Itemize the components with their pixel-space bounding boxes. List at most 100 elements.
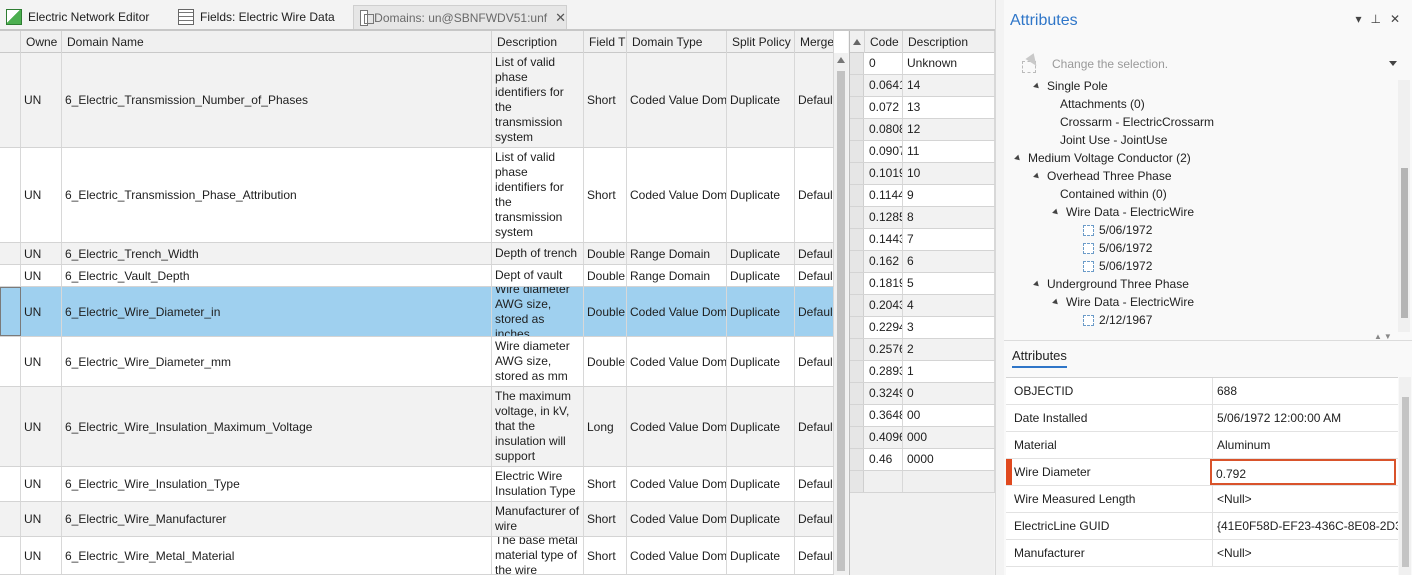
- tree-node[interactable]: Medium Voltage Conductor (2): [1014, 149, 1191, 167]
- cell-code[interactable]: 0.2576: [865, 339, 903, 360]
- cell-code-description[interactable]: 1: [903, 361, 995, 382]
- cell-field-type[interactable]: Short: [584, 502, 627, 536]
- tree-node[interactable]: 2/12/1967: [1083, 311, 1152, 328]
- table-row[interactable]: UN 6_Electric_Wire_Diameter_in Wire diamet…: [0, 287, 834, 337]
- cell-owner[interactable]: UN: [21, 387, 62, 466]
- table-row[interactable]: UN 6_Electric_Wire_Insulation_Type Electri…: [0, 467, 834, 502]
- cell-code[interactable]: 0: [865, 53, 903, 74]
- pane-options-icon[interactable]: ▾: [1355, 12, 1361, 26]
- tree-node[interactable]: Underground Three Phase: [1033, 275, 1189, 293]
- column-header-field-type[interactable]: Field T: [584, 31, 627, 53]
- column-header-domain-name[interactable]: Domain Name: [62, 31, 492, 53]
- tree-node[interactable]: Contained within (0): [1060, 185, 1167, 203]
- cell-split-policy[interactable]: Duplicate: [727, 502, 795, 536]
- row-selector[interactable]: [0, 337, 21, 386]
- row-selector[interactable]: [0, 243, 21, 264]
- row-selector[interactable]: [850, 207, 864, 228]
- cell-code[interactable]: 0.1443: [865, 229, 903, 250]
- expand-triangle-icon[interactable]: [1052, 298, 1060, 306]
- expand-triangle-icon[interactable]: [1052, 208, 1060, 216]
- cell-owner[interactable]: UN: [21, 537, 62, 574]
- cell-split-policy[interactable]: Duplicate: [727, 387, 795, 466]
- expand-triangle-icon[interactable]: [1033, 82, 1041, 90]
- cell-code-description[interactable]: 10: [903, 163, 995, 184]
- cell-owner[interactable]: UN: [21, 243, 62, 264]
- attribute-row[interactable]: OBJECTID 688: [1006, 378, 1398, 405]
- cell-code-description[interactable]: 13: [903, 97, 995, 118]
- tree-node[interactable]: Attachments (0): [1060, 95, 1145, 113]
- list-item[interactable]: 0.162 6: [850, 251, 995, 273]
- row-selector[interactable]: [850, 163, 864, 184]
- attribute-row[interactable]: ElectricLine GUID {41E0F58D-EF23-436C-8E0…: [1006, 513, 1398, 540]
- tree-scrollbar[interactable]: [1398, 80, 1410, 332]
- cell-domain-name[interactable]: 6_Electric_Wire_Insulation_Maximum_Volta…: [62, 387, 492, 466]
- row-selector[interactable]: [850, 427, 864, 448]
- cell-domain-type[interactable]: Coded Value Dom: [627, 537, 727, 574]
- row-selector[interactable]: [850, 229, 864, 250]
- cell-code-description[interactable]: 000: [903, 427, 995, 448]
- attribute-value[interactable]: <Null>: [1212, 540, 1398, 566]
- attribute-row[interactable]: Date Installed 5/06/1972 12:00:00 AM: [1006, 405, 1398, 432]
- row-selector[interactable]: [850, 383, 864, 404]
- list-item[interactable]: 0.4096 000: [850, 427, 995, 449]
- column-header-split-policy[interactable]: Split Policy: [727, 31, 795, 53]
- cell-field-type[interactable]: Double: [584, 265, 627, 286]
- cell-code-description[interactable]: 0000: [903, 449, 995, 470]
- cell-field-type[interactable]: Double: [584, 243, 627, 264]
- cell-domain-name[interactable]: 6_Electric_Wire_Insulation_Type: [62, 467, 492, 501]
- cell-domain-name[interactable]: 6_Electric_Wire_Manufacturer: [62, 502, 492, 536]
- tree-node[interactable]: Crossarm - ElectricCrossarm: [1060, 113, 1214, 131]
- cell-split-policy[interactable]: Duplicate: [727, 537, 795, 574]
- cell-code-description[interactable]: 00: [903, 405, 995, 426]
- change-selection-dropdown[interactable]: Change the selection.: [1018, 52, 1410, 76]
- cell-split-policy[interactable]: Duplicate: [727, 337, 795, 386]
- cell-merge-policy[interactable]: Default: [795, 467, 834, 501]
- row-selector[interactable]: [0, 53, 21, 147]
- cell-code[interactable]: 0.0641: [865, 75, 903, 96]
- cell-merge-policy[interactable]: Default: [795, 53, 834, 147]
- cell-domain-name[interactable]: 6_Electric_Vault_Depth: [62, 265, 492, 286]
- cell-code-description[interactable]: 4: [903, 295, 995, 316]
- attribute-value[interactable]: 5/06/1972 12:00:00 AM: [1212, 405, 1398, 431]
- row-selector[interactable]: [850, 317, 864, 338]
- attribute-row[interactable]: Manufacturer <Null>: [1006, 540, 1398, 567]
- cell-owner[interactable]: UN: [21, 265, 62, 286]
- row-selector[interactable]: [0, 148, 21, 242]
- cell-field-type[interactable]: Short: [584, 148, 627, 242]
- cell-code[interactable]: 0.1285: [865, 207, 903, 228]
- tab-fields-electric-wire-data[interactable]: Fields: Electric Wire Data: [172, 5, 335, 29]
- cell-domain-name[interactable]: 6_Electric_Transmission_Number_of_Phases: [62, 53, 492, 147]
- cell-domain-name[interactable]: 6_Electric_Wire_Diameter_in: [62, 287, 492, 336]
- cell-domain-name[interactable]: 6_Electric_Wire_Diameter_mm: [62, 337, 492, 386]
- list-item[interactable]: 0.072 13: [850, 97, 995, 119]
- cell-merge-policy[interactable]: Default: [795, 287, 834, 336]
- cell-code-description[interactable]: 14: [903, 75, 995, 96]
- attributes-scrollbar-thumb[interactable]: [1402, 397, 1409, 567]
- cell-domain-name[interactable]: 6_Electric_Wire_Metal_Material: [62, 537, 492, 574]
- cell-field-type[interactable]: Double: [584, 337, 627, 386]
- tree-node[interactable]: 5/06/1972: [1083, 239, 1152, 257]
- cell-domain-name[interactable]: 6_Electric_Transmission_Phase_Attributio…: [62, 148, 492, 242]
- table-row[interactable]: UN 6_Electric_Wire_Diameter_mm Wire diamet…: [0, 337, 834, 387]
- cell-code-description[interactable]: 7: [903, 229, 995, 250]
- tab-domains[interactable]: Domains: un@SBNFWDV51:unf ✕: [353, 5, 567, 29]
- cell-merge-policy[interactable]: Default: [795, 243, 834, 264]
- cell-merge-policy[interactable]: Default: [795, 148, 834, 242]
- cell-merge-policy[interactable]: Default: [795, 337, 834, 386]
- cell-split-policy[interactable]: Duplicate: [727, 243, 795, 264]
- attribute-row[interactable]: Wire Diameter 0.792: [1006, 459, 1398, 486]
- cell-domain-type[interactable]: Coded Value Dom: [627, 287, 727, 336]
- row-selector[interactable]: [850, 119, 864, 140]
- cell-code-description[interactable]: 3: [903, 317, 995, 338]
- pin-icon[interactable]: ⊥: [1370, 12, 1380, 26]
- list-item[interactable]: 0 Unknown: [850, 53, 995, 75]
- tab-electric-network-editor[interactable]: Electric Network Editor: [0, 5, 149, 29]
- row-selector[interactable]: [850, 295, 864, 316]
- cell-code-description[interactable]: 8: [903, 207, 995, 228]
- cell-merge-policy[interactable]: Default: [795, 387, 834, 466]
- cell-merge-policy[interactable]: Default: [795, 537, 834, 574]
- table-row[interactable]: UN 6_Electric_Vault_Depth Dept of vault Dou…: [0, 265, 834, 287]
- cell-split-policy[interactable]: Duplicate: [727, 287, 795, 336]
- row-selector[interactable]: [850, 251, 864, 272]
- table-row[interactable]: UN 6_Electric_Trench_Width Depth of trench…: [0, 243, 834, 265]
